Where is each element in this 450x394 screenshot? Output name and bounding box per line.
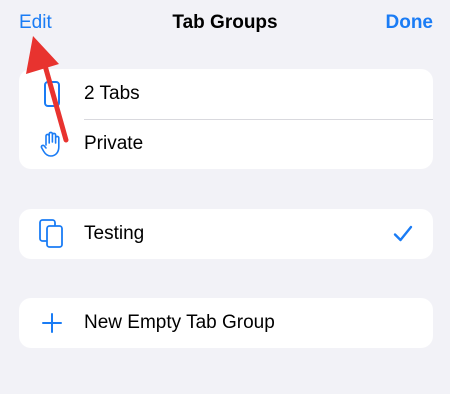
tab-groups-section: Testing (19, 209, 433, 259)
page-title: Tab Groups (172, 12, 278, 33)
tab-group-icon (37, 209, 67, 259)
list-item-label: 2 Tabs (84, 83, 140, 104)
list-item-private[interactable]: Private (19, 119, 433, 169)
list-item-testing[interactable]: Testing (19, 209, 433, 259)
list-item-2-tabs[interactable]: 2 Tabs (19, 69, 433, 119)
list-item-label: Private (84, 133, 144, 154)
default-tabs-section: 2 Tabs Private (19, 69, 433, 169)
list-item-label: New Empty Tab Group (84, 312, 275, 333)
hand-raised-icon (37, 119, 67, 169)
checkmark-icon (393, 209, 413, 259)
phone-tab-icon (37, 69, 67, 119)
actions-section: New Empty Tab Group (19, 298, 433, 348)
plus-icon (37, 298, 67, 348)
done-button[interactable]: Done (386, 12, 434, 34)
new-empty-tab-group-button[interactable]: New Empty Tab Group (19, 298, 433, 348)
navigation-bar: Edit Tab Groups Done (0, 0, 450, 52)
list-item-label: Testing (84, 223, 145, 244)
